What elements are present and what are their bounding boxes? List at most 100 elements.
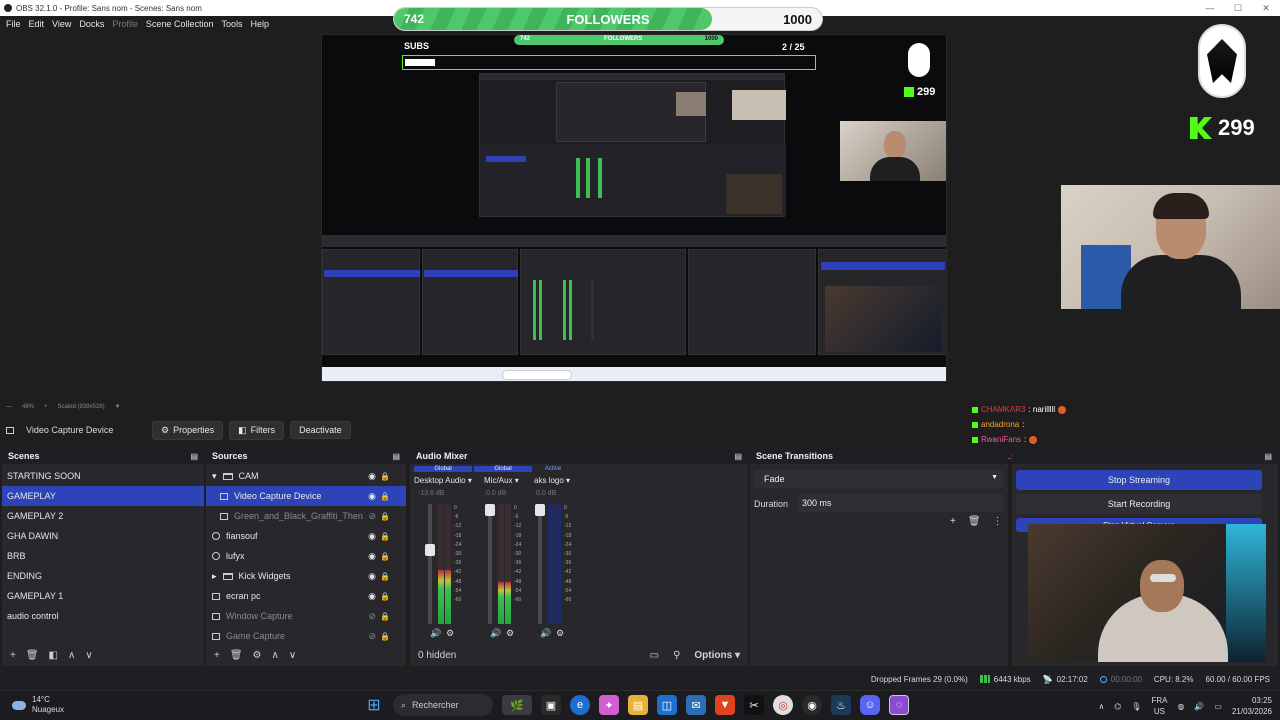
scene-item[interactable]: GAMEPLAY: [2, 486, 204, 506]
add-source-icon[interactable]: +: [214, 650, 220, 661]
remove-source-icon[interactable]: 🗑: [230, 650, 243, 661]
source-group[interactable]: ▸ Kick Widgets ◉ 🔒: [206, 566, 406, 586]
source-group[interactable]: ▾ CAM ◉ 🔒: [206, 466, 406, 486]
menu-profile[interactable]: Profile: [108, 19, 142, 29]
copilot-icon[interactable]: ✦: [599, 695, 619, 715]
menu-file[interactable]: File: [2, 19, 25, 29]
task-view-icon[interactable]: ▣: [541, 695, 561, 715]
eye-icon[interactable]: ◉: [368, 591, 376, 602]
source-item[interactable]: Video Capture Device ◉ 🔒: [206, 486, 406, 506]
eye-icon[interactable]: ◉: [368, 571, 376, 582]
taskbar-search[interactable]: ⌕ Rechercher: [393, 694, 493, 716]
edge-icon[interactable]: e: [570, 695, 590, 715]
volume-icon[interactable]: 🔊: [1194, 702, 1204, 711]
move-down-icon[interactable]: ∨: [85, 650, 92, 661]
menu-tools[interactable]: Tools: [217, 19, 246, 29]
app-icon[interactable]: ◌: [889, 695, 909, 715]
obs-icon[interactable]: ◉: [802, 695, 822, 715]
windows-start-icon[interactable]: ⊞: [364, 695, 384, 715]
channel-name[interactable]: aks logo ▾: [534, 476, 570, 485]
menu-edit[interactable]: Edit: [25, 19, 49, 29]
chevron-down-icon[interactable]: ▾: [212, 471, 217, 482]
source-item[interactable]: lufyx ◉ 🔒: [206, 546, 406, 566]
add-scene-icon[interactable]: +: [10, 650, 16, 661]
scene-item[interactable]: audio control: [2, 606, 204, 626]
discord-icon[interactable]: ☺: [860, 695, 880, 715]
language-indicator[interactable]: FRA US: [1151, 695, 1167, 717]
eye-icon[interactable]: ◉: [368, 491, 376, 502]
channel-name[interactable]: Mic/Aux ▾: [484, 476, 519, 485]
move-up-icon[interactable]: ∧: [68, 650, 75, 661]
brave-icon[interactable]: ▼: [715, 695, 735, 715]
deactivate-button[interactable]: Deactivate: [290, 421, 351, 439]
zoom-out-icon[interactable]: —: [6, 404, 12, 410]
globe-icon[interactable]: ◍: [1177, 702, 1184, 711]
stop-streaming-button[interactable]: Stop Streaming: [1016, 470, 1262, 490]
lock-icon[interactable]: 🔒: [380, 492, 390, 501]
speaker-icon[interactable]: 🔊: [490, 628, 501, 639]
outlook-icon[interactable]: ✉: [686, 695, 706, 715]
lock-icon[interactable]: 🔒: [380, 532, 390, 541]
scene-item[interactable]: STARTING SOON: [2, 466, 204, 486]
widgets-icon[interactable]: 🌿: [502, 695, 532, 715]
speaker-icon[interactable]: 🔊: [540, 628, 551, 639]
scene-item[interactable]: GAMEPLAY 2: [2, 506, 204, 526]
chevron-right-icon[interactable]: ▸: [212, 571, 217, 582]
capcut-icon[interactable]: ✂: [744, 695, 764, 715]
volume-fader[interactable]: [485, 504, 495, 624]
eye-hidden-icon[interactable]: ⊘: [368, 611, 376, 622]
zoom-in-icon[interactable]: +: [44, 404, 48, 410]
source-item[interactable]: Green_and_Black_Graffiti_Then ⊘ 🔒: [206, 506, 406, 526]
gear-icon[interactable]: ⚙: [253, 650, 262, 661]
source-item[interactable]: fiansouf ◉ 🔒: [206, 526, 406, 546]
gear-icon[interactable]: ⚙: [506, 628, 514, 639]
store-icon[interactable]: ◫: [657, 695, 677, 715]
scene-item[interactable]: GAMEPLAY 1: [2, 586, 204, 606]
steam-icon[interactable]: ♨: [831, 695, 851, 715]
lock-icon[interactable]: 🔒: [380, 472, 390, 481]
lock-icon[interactable]: 🔒: [380, 512, 390, 521]
volume-fader[interactable]: [425, 504, 435, 624]
link-icon[interactable]: ⚲: [673, 650, 680, 661]
scale-dropdown-icon[interactable]: ▼: [115, 404, 121, 410]
layout-icon[interactable]: ▭: [650, 650, 659, 661]
menu-docks[interactable]: Docks: [75, 19, 108, 29]
lock-icon[interactable]: 🔒: [380, 592, 390, 601]
scene-item[interactable]: GHA DAWIN: [2, 526, 204, 546]
chevron-up-icon[interactable]: ∧: [1098, 702, 1104, 711]
volume-fader[interactable]: [535, 504, 545, 624]
source-item[interactable]: ecran pc ◉ 🔒: [206, 586, 406, 606]
maximize-button[interactable]: ☐: [1224, 0, 1252, 16]
close-button[interactable]: ✕: [1252, 0, 1280, 16]
weather-widget[interactable]: 14°C Nuageux: [12, 695, 64, 715]
clock[interactable]: 03:25 21/03/2026: [1232, 695, 1272, 717]
mixer-options-button[interactable]: Options ▾: [694, 650, 740, 661]
gear-icon[interactable]: ⚙: [446, 628, 454, 639]
source-item[interactable]: Window Capture ⊘ 🔒: [206, 606, 406, 626]
gear-icon[interactable]: ⚙: [556, 628, 564, 639]
file-explorer-icon[interactable]: ▤: [628, 695, 648, 715]
eye-icon[interactable]: ◉: [368, 531, 376, 542]
eye-hidden-icon[interactable]: ⊘: [368, 631, 376, 642]
move-up-icon[interactable]: ∧: [272, 650, 279, 661]
more-vertical-icon[interactable]: ⋮: [993, 516, 1003, 527]
channel-name[interactable]: Desktop Audio ▾: [414, 476, 472, 485]
eye-hidden-icon[interactable]: ⊘: [368, 511, 376, 522]
network-icon[interactable]: ⌬: [1114, 702, 1121, 711]
menu-help[interactable]: Help: [246, 19, 273, 29]
eye-icon[interactable]: ◉: [368, 551, 376, 562]
lock-icon[interactable]: 🔒: [380, 632, 390, 641]
lock-icon[interactable]: 🔒: [380, 572, 390, 581]
duration-input[interactable]: 300 ms: [798, 494, 1004, 512]
properties-button[interactable]: ⚙ Properties: [152, 420, 224, 440]
dock-menu-icon[interactable]: ▤: [190, 452, 198, 461]
scene-item[interactable]: ENDING: [2, 566, 204, 586]
lock-icon[interactable]: 🔒: [380, 612, 390, 621]
minimize-button[interactable]: —: [1196, 0, 1224, 16]
battery-icon[interactable]: ▭: [1214, 702, 1222, 711]
transition-select[interactable]: Fade ▼: [754, 470, 1004, 488]
microphone-icon[interactable]: 🎙: [1131, 702, 1141, 711]
filters-button[interactable]: ◧ Filters: [229, 420, 285, 440]
menu-scene-collection[interactable]: Scene Collection: [142, 19, 218, 29]
scene-item[interactable]: BRB: [2, 546, 204, 566]
